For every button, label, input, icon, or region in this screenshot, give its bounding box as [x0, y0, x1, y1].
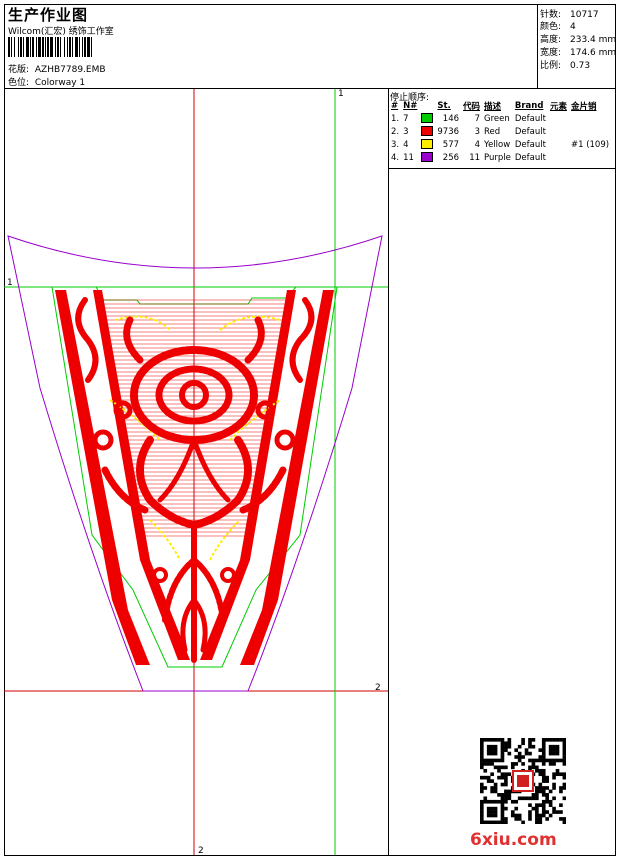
company-name: Wilcom(汇宏) 绣饰工作室: [8, 27, 114, 37]
stat-scale: 比例: 0.73: [540, 61, 591, 71]
marker-bottom: 2: [198, 846, 204, 855]
col-index: #: [391, 101, 399, 111]
marker-top-right: 1: [338, 89, 344, 99]
stat-colors: 颜色: 4: [540, 22, 576, 32]
color-swatch: [421, 139, 434, 150]
table-row: 4. 11 256 11 Purple Default: [391, 152, 546, 163]
pattern-info: 花版: AZHB7789.EMB: [8, 62, 106, 75]
pattern-value: AZHB7789.EMB: [34, 65, 106, 75]
right-border-band: [240, 290, 334, 665]
panel-divider: [388, 88, 389, 856]
color-swatch: [421, 113, 434, 124]
col-element: 元素: [549, 102, 567, 112]
page-title: 生产作业图: [8, 6, 89, 24]
stat-height: 高度: 233.4 mm: [540, 35, 617, 45]
table-row: 1. 7 146 7 Green Default: [391, 113, 546, 124]
col-description: 描述: [484, 102, 502, 112]
color-swatch: [421, 126, 434, 137]
stats-divider: [537, 4, 538, 88]
site-logo: 6xiu.com: [470, 830, 557, 850]
col-brand: Brand: [514, 101, 544, 111]
marker-right: 2: [375, 683, 381, 693]
col-sequin: 金片销: [570, 102, 597, 112]
colorway-value: Colorway 1: [34, 78, 86, 88]
table-row: 2. 3 9736 3 Red Default: [391, 126, 546, 137]
pattern-label: 花版:: [8, 65, 30, 75]
table-row: 3. 4 577 4 Yellow Default #1 (109): [391, 139, 610, 150]
marker-left: 1: [7, 278, 13, 288]
stop-sequence-table: # N# St. 代码 描述 Brand 元素 金片销 1. 7 146 7 G…: [389, 100, 611, 164]
col-needle: N#: [403, 101, 418, 111]
left-border-band: [55, 290, 150, 665]
col-stitches: St.: [437, 101, 451, 111]
colorway-label: 色位:: [8, 78, 30, 88]
col-code: 代码: [463, 102, 481, 112]
embroidery-drawing: 1 1 2 2: [4, 89, 388, 855]
barcode: [8, 37, 150, 57]
col-swatch: [419, 100, 435, 112]
colorway-info: 色位: Colorway 1: [8, 75, 85, 88]
table-bottom-divider: [388, 168, 616, 169]
stat-width: 宽度: 174.6 mm: [540, 48, 617, 58]
qr-code: [480, 738, 566, 824]
table-header-row: # N# St. 代码 描述 Brand 元素 金片销: [389, 100, 611, 112]
color-swatch: [421, 152, 434, 163]
